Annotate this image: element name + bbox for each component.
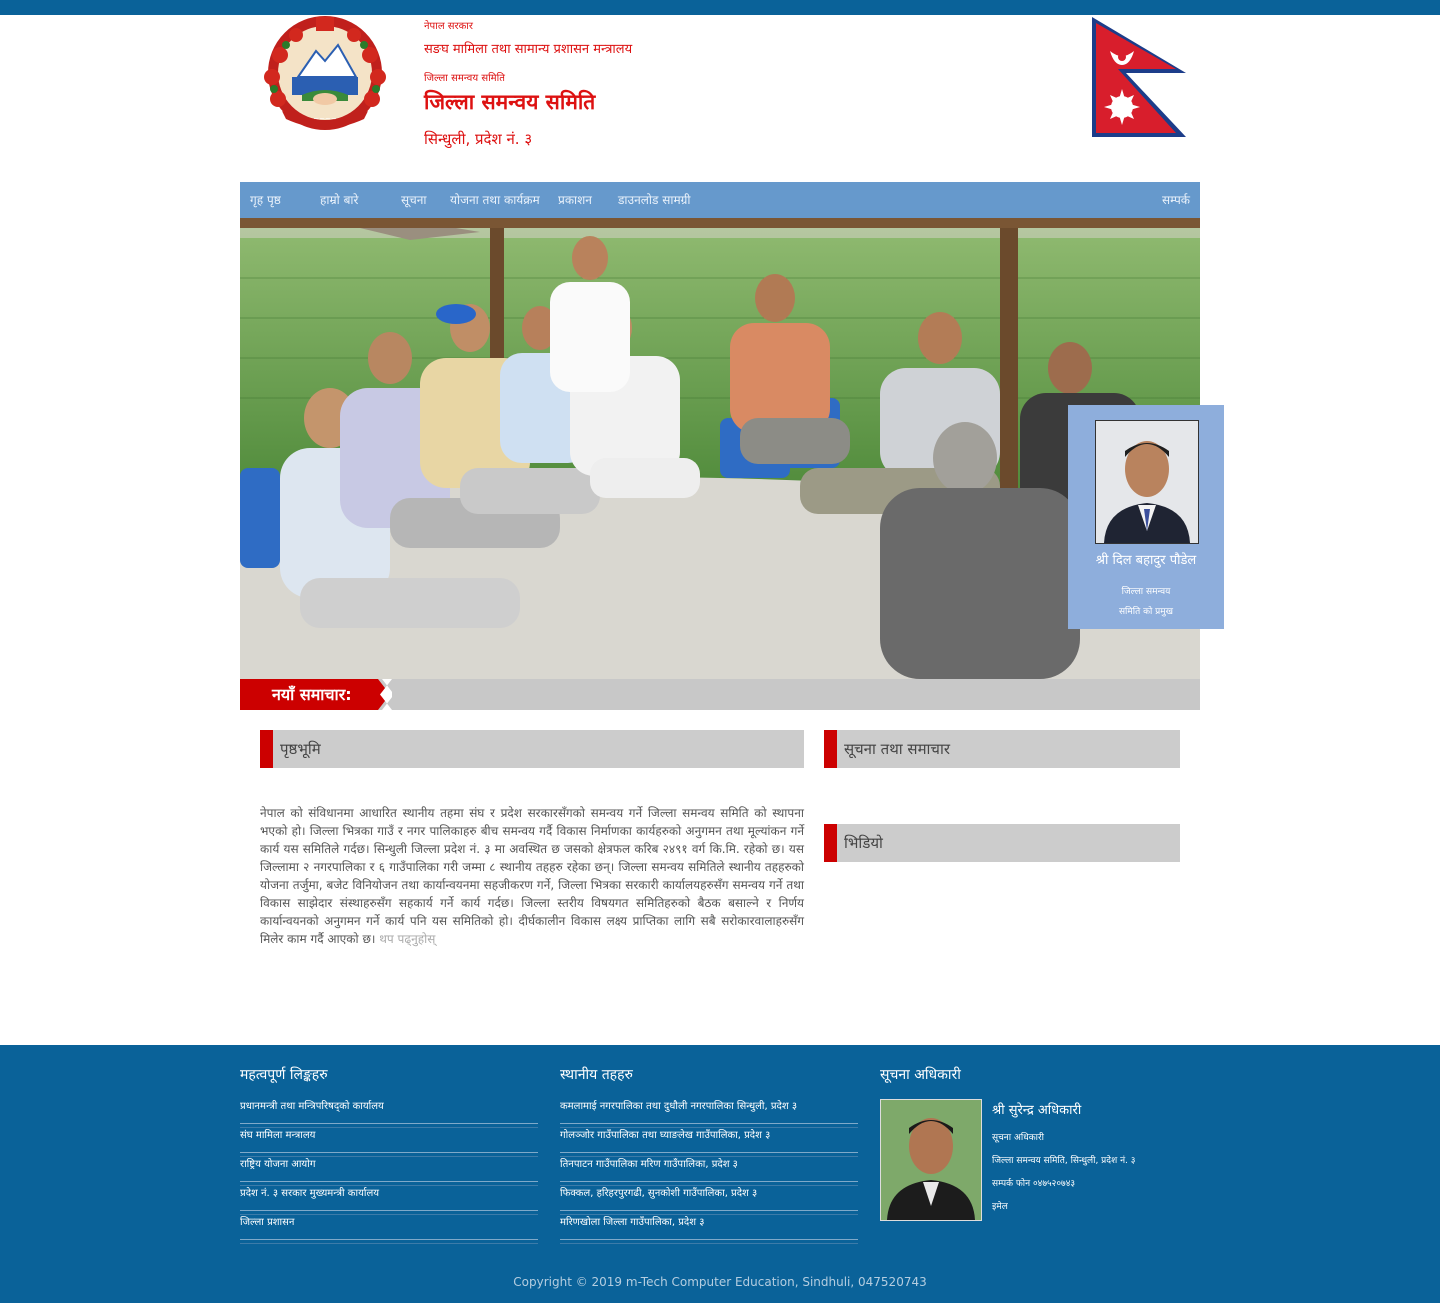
footer-local-link-2[interactable]: गोलञ्जोर गाउँपालिका तथा घ्याङलेख गाउँपाल… [560,1124,770,1153]
nav-plans[interactable]: योजना तथा कार्यक्रम [450,182,540,218]
intro-text-block: नेपाल को संविधानमा आधारित स्थानीय तहमा स… [260,804,804,948]
officer-line-1: सूचना अधिकारी [992,1133,1044,1143]
header-line-3: जिल्ला समन्वय समिति [424,73,505,84]
officer-photo [880,1099,982,1221]
top-accent-bar [0,0,1440,15]
footer-link-5[interactable]: जिल्ला प्रशासन [240,1211,294,1240]
notices-section-title: सूचना तथा समाचार [844,740,950,758]
site-header: ~~~~ नेपाल सरकार सङघ मामिला तथा सामान्य … [240,15,1200,182]
svg-text:~~~~: ~~~~ [313,115,337,123]
nepal-flag-icon [1092,17,1186,137]
nav-publications[interactable]: प्रकाशन [558,182,592,218]
hero-slider[interactable] [240,218,1200,679]
video-section-title: भिडियो [844,834,883,852]
footer-links-title: महत्वपूर्ण लिङ्कहरु [240,1067,328,1083]
footer-link-4[interactable]: प्रदेश नं. ३ सरकार मुख्यमन्त्री कार्यालय [240,1182,379,1211]
nav-downloads[interactable]: डाउनलोड सामग्री [618,182,691,218]
nav-about[interactable]: हाम्रो बारे [320,182,358,218]
footer-divider [560,1239,858,1244]
section-accent-bar [824,730,837,768]
copyright-text: Copyright © 2019 m-Tech Computer Educati… [513,1275,927,1289]
intro-section-title: पृष्ठभूमि [280,740,321,758]
chief-position: जिल्ला समन्वय [1121,587,1171,597]
site-address: सिन्धुली, प्रदेश नं. ३ [424,130,533,148]
site-title[interactable]: जिल्ला समन्वय समिति [424,88,595,116]
footer-divider [240,1239,538,1244]
officer-line-3: सम्पर्क फोन ०४७५२०७४३ [992,1179,1076,1189]
chief-name: श्री दिल बहादुर पौडेल [1095,553,1197,568]
nav-home[interactable]: गृह पृष्ठ [250,182,281,218]
footer-local-link-4[interactable]: फिक्कल, हरिहरपुरगढी, सुनकोशी गाउँपालिका,… [560,1182,757,1211]
footer-local-link-1[interactable]: कमलामाई नगरपालिका तथा दुधौली नगरपालिका स… [560,1095,797,1124]
footer-officer-title: सूचना अधिकारी [880,1067,961,1083]
meeting-photo [240,218,1200,679]
chief-photo [1095,420,1199,544]
footer-local-link-3[interactable]: तिनपाटन गाउँपालिका मरिण गाउँपालिका, प्रद… [560,1153,738,1182]
news-ticker: नयाँ समाचार: [240,679,1200,710]
main-navigation: गृह पृष्ठ हाम्रो बारे सूचना योजना तथा का… [240,182,1200,218]
notices-section-header: सूचना तथा समाचार [824,730,1180,768]
footer-link-3[interactable]: राष्ट्रिय योजना आयोग [240,1153,315,1182]
officer-name: श्री सुरेन्द्र अधिकारी [992,1103,1082,1118]
nav-notices[interactable]: सूचना [401,182,427,218]
section-accent-bar [824,824,837,862]
news-label: नयाँ समाचार: [240,679,394,710]
read-more-link[interactable]: थप पढ्नुहोस् [379,932,435,946]
section-accent-bar [260,730,273,768]
video-section-header: भिडियो [824,824,1180,862]
footer-link-1[interactable]: प्रधानमन्त्री तथा मन्त्रिपरिषद्को कार्या… [240,1095,384,1124]
header-line-1: नेपाल सरकार [424,21,473,32]
officer-line-2: जिल्ला समन्वय समिति, सिन्धुली, प्रदेश नं… [992,1156,1136,1166]
news-label-text: नयाँ समाचार: [272,685,352,704]
officer-line-4: इमेल [992,1202,1008,1212]
intro-paragraph: नेपाल को संविधानमा आधारित स्थानीय तहमा स… [260,806,804,946]
footer-local-title: स्थानीय तहहरु [560,1067,633,1083]
footer-link-2[interactable]: संघ मामिला मन्त्रालय [240,1124,315,1153]
ministry-name: सङघ मामिला तथा सामान्य प्रशासन मन्त्रालय [424,42,633,57]
nav-contact[interactable]: सम्पर्क [1162,182,1190,218]
footer-local-link-5[interactable]: मरिणखोला जिल्ला गाउँपालिका, प्रदेश ३ [560,1211,704,1240]
nepal-emblem-icon[interactable]: ~~~~ [258,15,392,131]
intro-section-header: पृष्ठभूमि [260,730,804,768]
chief-profile-card: श्री दिल बहादुर पौडेल जिल्ला समन्वय समित… [1068,405,1224,629]
chief-organization: समिति को प्रमुख [1118,607,1174,617]
site-footer: महत्वपूर्ण लिङ्कहरु प्रधानमन्त्री तथा मन… [0,1045,1440,1303]
